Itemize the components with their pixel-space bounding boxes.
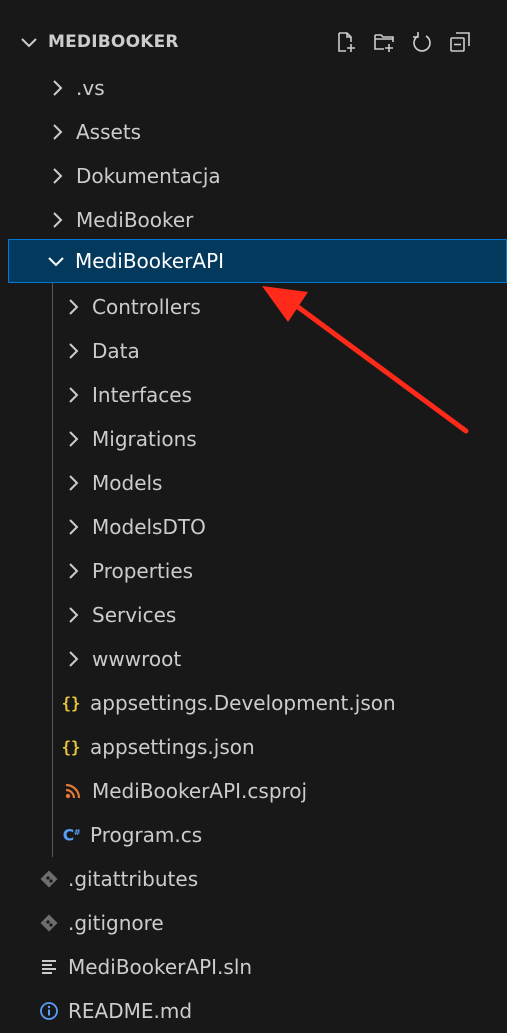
tree-item-label: appsettings.Development.json <box>90 691 396 715</box>
refresh-icon[interactable] <box>408 28 436 56</box>
tree-item-gitattributes[interactable]: .gitattributes <box>0 857 507 901</box>
tree-item-label: MediBookerAPI.csproj <box>92 779 308 803</box>
chevron-right-icon <box>62 648 84 670</box>
tree-item-interfaces[interactable]: Interfaces <box>0 373 507 417</box>
tree-item-medibooker[interactable]: MediBooker <box>0 198 507 242</box>
tree-item-label: Dokumentacja <box>76 164 221 188</box>
chevron-right-icon <box>62 472 84 494</box>
chevron-right-icon <box>62 560 84 582</box>
chevron-down-icon[interactable] <box>18 31 40 53</box>
tree-item-label: MediBookerAPI <box>75 249 225 273</box>
chevron-right-icon <box>62 296 84 318</box>
chevron-right-icon <box>62 340 84 362</box>
csharp-icon: C # <box>60 824 82 846</box>
tree-item-medibookerapi-csproj[interactable]: MediBookerAPI.csproj <box>0 769 507 813</box>
tree-item-appsettings-json[interactable]: {} appsettings.json <box>0 725 507 769</box>
tree-item-label: Assets <box>76 120 142 144</box>
git-icon <box>38 868 60 890</box>
workspace-title: MEDIBOOKER <box>48 32 179 52</box>
tree-item-appsettings-development-json[interactable]: {} appsettings.Development.json <box>0 681 507 725</box>
chevron-right-icon <box>62 384 84 406</box>
tree-item-gitignore[interactable]: .gitignore <box>0 901 507 945</box>
tree-item-label: Interfaces <box>92 383 192 407</box>
tree-item-program-cs[interactable]: C # Program.cs <box>0 813 507 857</box>
tree-item-medibookerapi-sln[interactable]: MediBookerAPI.sln <box>0 945 507 989</box>
tree-item-label: Program.cs <box>90 823 203 847</box>
tree-item-services[interactable]: Services <box>0 593 507 637</box>
tree-item-label: .vs <box>76 76 105 100</box>
tree-item-label: .gitignore <box>68 911 164 935</box>
chevron-right-icon <box>46 165 68 187</box>
svg-text:#: # <box>74 827 81 837</box>
tree-item-migrations[interactable]: Migrations <box>0 417 507 461</box>
tree-item-data[interactable]: Data <box>0 329 507 373</box>
git-icon <box>38 912 60 934</box>
chevron-right-icon <box>62 516 84 538</box>
tree-item-properties[interactable]: Properties <box>0 549 507 593</box>
tree-item-models[interactable]: Models <box>0 461 507 505</box>
tree-item-controllers[interactable]: Controllers <box>0 285 507 329</box>
tree-item-vs[interactable]: .vs <box>0 66 507 110</box>
json-braces-icon: {} <box>60 736 82 758</box>
info-icon <box>38 1000 60 1022</box>
tree-item-dokumentacja[interactable]: Dokumentacja <box>0 154 507 198</box>
tree-item-label: wwwroot <box>92 647 182 671</box>
explorer-header[interactable]: MEDIBOOKER <box>0 20 507 64</box>
chevron-right-icon <box>46 77 68 99</box>
tree-item-label: ModelsDTO <box>92 515 206 539</box>
tree-item-label: Data <box>92 339 140 363</box>
tree-item-modelsdto[interactable]: ModelsDTO <box>0 505 507 549</box>
new-file-icon[interactable] <box>332 28 360 56</box>
rss-feed-icon <box>62 780 84 802</box>
solution-file-icon <box>38 956 60 978</box>
tree-item-label: README.md <box>68 999 193 1023</box>
chevron-right-icon <box>62 604 84 626</box>
new-folder-icon[interactable] <box>370 28 398 56</box>
tree-item-label: MediBookerAPI.sln <box>68 955 253 979</box>
tree-item-wwwroot[interactable]: wwwroot <box>0 637 507 681</box>
chevron-right-icon <box>62 428 84 450</box>
tree-item-medibookerapi[interactable]: MediBookerAPI <box>8 239 507 283</box>
tree-item-label: appsettings.json <box>90 735 255 759</box>
tree-item-label: .gitattributes <box>68 867 199 891</box>
svg-text:C: C <box>63 827 74 845</box>
tree-item-readme-md[interactable]: README.md <box>0 989 507 1033</box>
tree-item-label: Models <box>92 471 163 495</box>
tree-item-label: MediBooker <box>76 208 194 232</box>
tree-item-label: Properties <box>92 559 194 583</box>
tree-item-label: Migrations <box>92 427 197 451</box>
chevron-right-icon <box>46 209 68 231</box>
json-braces-icon: {} <box>60 692 82 714</box>
chevron-down-icon <box>45 250 67 272</box>
tree-item-label: Controllers <box>92 295 201 319</box>
collapse-all-icon[interactable] <box>446 28 474 56</box>
chevron-right-icon <box>46 121 68 143</box>
svg-text:{}: {} <box>62 739 81 757</box>
tree-item-label: Services <box>92 603 177 627</box>
explorer-panel: MEDIBOOKER .vs Assets Dokumentacja MediB… <box>0 0 507 1023</box>
svg-text:{}: {} <box>62 695 81 713</box>
tree-item-assets[interactable]: Assets <box>0 110 507 154</box>
explorer-actions <box>332 28 474 56</box>
